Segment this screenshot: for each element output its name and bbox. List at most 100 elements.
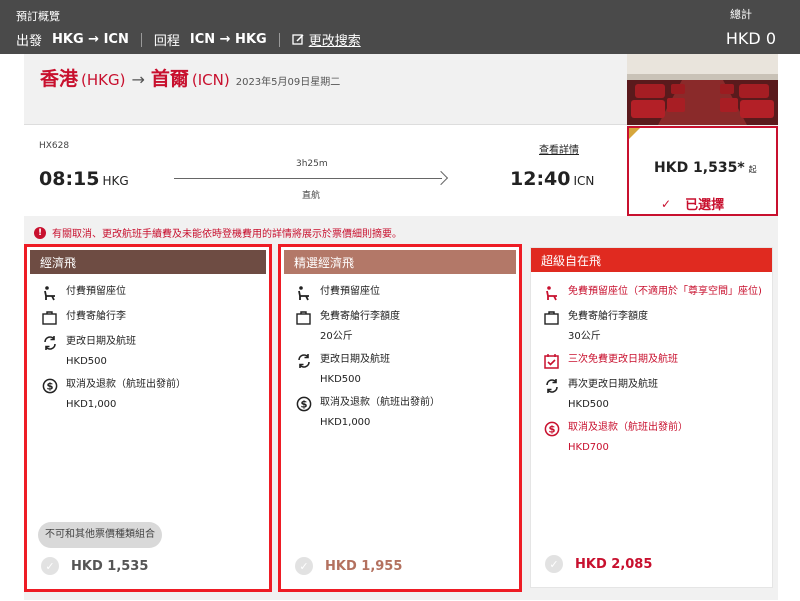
flight-number: HX628 bbox=[39, 141, 70, 151]
fare-feature-list: 付費預留座位 付費寄艙行李 更改日期及航班 HKD500 $ 取消及退款（航班出發… bbox=[41, 285, 259, 421]
route-arrow-icon: → bbox=[131, 70, 145, 89]
feature-text: 取消及退款（航班出發前） bbox=[568, 422, 688, 433]
origin-code: (HKG) bbox=[81, 71, 126, 89]
view-details-link[interactable]: 查看詳情 bbox=[539, 141, 579, 156]
summary-label: 預訂概覽 bbox=[16, 10, 60, 23]
feature-text: 更改日期及航班 bbox=[66, 336, 136, 347]
fare-feature-list: 付費預留座位 免費寄艙行李額度 20公斤 更改日期及航班 HKD500 $ 取消及退… bbox=[295, 285, 509, 439]
fare-price-row[interactable]: ✓ HKD 2,085 bbox=[545, 555, 652, 573]
corner-flag bbox=[629, 128, 640, 139]
modify-search-label[interactable]: 更改搜索 bbox=[309, 30, 361, 49]
arrival-time: 12:40 bbox=[510, 168, 571, 190]
check-circle-icon: ✓ bbox=[545, 555, 563, 573]
outbound-label: 出發 bbox=[16, 34, 43, 49]
fare-card-header: 精選經濟飛 bbox=[284, 250, 516, 274]
feature-fee: HKD1,000 bbox=[66, 399, 117, 410]
feature-text: 取消及退款（航班出發前） bbox=[320, 397, 440, 408]
list-item: $ 取消及退款（航班出發前） HKD1,000 bbox=[295, 396, 509, 430]
refund-icon: $ bbox=[295, 396, 312, 412]
feature-text: 免費預留座位（不適用於「尊享空間」座位) bbox=[568, 286, 762, 297]
destination-city: 首爾 bbox=[150, 68, 189, 90]
fare-restriction-tag: 不可和其他票價種類組合 bbox=[38, 522, 162, 548]
change-icon bbox=[543, 378, 560, 394]
feature-text: 更改日期及航班 bbox=[320, 354, 390, 365]
fare-card-economy-plus[interactable]: 精選經濟飛 付費預留座位 免費寄艙行李額度 20公斤 更改日期及航班 HKD500 … bbox=[278, 244, 522, 592]
refund-icon: $ bbox=[41, 378, 58, 394]
fare-price-row[interactable]: ✓ HKD 1,955 bbox=[295, 557, 402, 575]
seat-icon bbox=[41, 285, 58, 301]
seat-icon bbox=[295, 285, 312, 301]
fare-notice: ! 有關取消、更改航班手續費及未能依時登機費用的詳情將展示於票價細則摘要。 bbox=[34, 225, 402, 240]
feature-text: 免費寄艙行李額度 bbox=[320, 311, 400, 322]
feature-text: 免費寄艙行李額度 bbox=[568, 311, 648, 322]
checkmark-icon: ✓ bbox=[661, 196, 672, 211]
fare-card-super-flex[interactable]: 超級自在飛 免費預留座位（不適用於「尊享空間」座位) 免費寄艙行李額度 30公斤 … bbox=[530, 247, 773, 588]
flight-arrow-icon bbox=[433, 170, 449, 186]
origin-city: 香港 bbox=[40, 68, 79, 90]
list-item: 付費預留座位 bbox=[295, 285, 509, 301]
arrival-airport: ICN bbox=[573, 174, 595, 188]
info-icon: ! bbox=[34, 226, 46, 239]
modify-search-link[interactable]: 更改搜索 bbox=[292, 30, 361, 49]
flight-path-line bbox=[174, 178, 442, 179]
list-item: 三次免費更改日期及航班 bbox=[543, 353, 762, 369]
fare-card-header: 經濟飛 bbox=[30, 250, 266, 274]
destination-code: (ICN) bbox=[191, 71, 230, 89]
fare-price-row[interactable]: ✓ HKD 1,535 bbox=[41, 557, 148, 575]
svg-text:$: $ bbox=[300, 400, 307, 411]
fare-price: HKD 2,085 bbox=[575, 556, 653, 572]
change-icon bbox=[295, 353, 312, 369]
divider bbox=[278, 32, 280, 47]
departure-airport: HKG bbox=[102, 174, 129, 188]
return-route: ICN → HKG bbox=[189, 32, 267, 47]
svg-text:$: $ bbox=[46, 382, 53, 393]
list-item: 免費預留座位（不適用於「尊享空間」座位) bbox=[543, 285, 762, 301]
feature-fee: HKD500 bbox=[568, 399, 609, 410]
total-label: 總計 bbox=[730, 8, 752, 21]
edit-icon bbox=[292, 34, 304, 45]
feature-fee: 30公斤 bbox=[568, 331, 601, 342]
seat-icon bbox=[543, 285, 560, 301]
fare-feature-list: 免費預留座位（不適用於「尊享空間」座位) 免費寄艙行李額度 30公斤 三次免費更改… bbox=[543, 285, 762, 464]
flight-stops: 直航 bbox=[302, 191, 321, 201]
price-qualifier: 起 bbox=[748, 165, 757, 174]
itinerary-row: 出發 HKG → ICN 回程 ICN → HKG 更改搜索 bbox=[16, 30, 361, 49]
feature-text: 再次更改日期及航班 bbox=[568, 379, 658, 390]
list-item: 更改日期及航班 HKD500 bbox=[295, 353, 509, 387]
feature-text: 付費寄艙行李 bbox=[66, 311, 126, 322]
divider bbox=[140, 32, 142, 47]
fare-name: 精選經濟飛 bbox=[294, 255, 355, 270]
selected-fare-panel: HKD 1,535* 起 ✓ 已選擇 bbox=[627, 54, 778, 216]
travel-date: 2023年5月09日星期二 bbox=[235, 77, 341, 88]
selected-fare-box[interactable]: HKD 1,535* 起 ✓ 已選擇 bbox=[627, 126, 778, 216]
change-icon bbox=[41, 335, 58, 351]
arrival: 12:40 ICN bbox=[510, 168, 594, 190]
selected-fare-price: HKD 1,535* 起 bbox=[654, 160, 757, 176]
selected-price-value: HKD 1,535* bbox=[654, 160, 745, 176]
baggage-icon bbox=[295, 310, 312, 326]
total-amount: HKD 0 bbox=[725, 29, 776, 48]
cabin-photo bbox=[627, 54, 778, 125]
return-label: 回程 bbox=[153, 34, 180, 49]
notice-text: 有關取消、更改航班手續費及未能依時登機費用的詳情將展示於票價細則摘要。 bbox=[52, 229, 402, 240]
feature-fee: 20公斤 bbox=[320, 331, 353, 342]
feature-fee: HKD500 bbox=[320, 374, 361, 385]
departure-time: 08:15 bbox=[39, 168, 100, 190]
fare-card-header: 超級自在飛 bbox=[531, 248, 772, 272]
flight-duration: 3h25m bbox=[296, 159, 328, 169]
list-item: 免費寄艙行李額度 30公斤 bbox=[543, 310, 762, 344]
selected-status-label: 已選擇 bbox=[685, 198, 725, 213]
fare-name: 超級自在飛 bbox=[541, 253, 602, 268]
booking-summary-bar: 預訂概覽 出發 HKG → ICN 回程 ICN → HKG 更改搜索 總計 H… bbox=[0, 0, 800, 54]
fare-card-economy[interactable]: 經濟飛 付費預留座位 付費寄艙行李 更改日期及航班 HKD500 $ 取消及退款（… bbox=[24, 244, 272, 592]
feature-text: 付費預留座位 bbox=[66, 286, 126, 297]
feature-text: 取消及退款（航班出發前） bbox=[66, 379, 186, 390]
outbound-route: HKG → ICN bbox=[52, 32, 129, 47]
feature-text: 三次免費更改日期及航班 bbox=[568, 354, 678, 365]
fare-price: HKD 1,535 bbox=[71, 558, 149, 574]
feature-fee: HKD1,000 bbox=[320, 417, 371, 428]
baggage-icon bbox=[41, 310, 58, 326]
svg-text:$: $ bbox=[548, 425, 555, 436]
list-item: $ 取消及退款（航班出發前） HKD700 bbox=[543, 421, 762, 455]
check-circle-icon: ✓ bbox=[41, 557, 59, 575]
